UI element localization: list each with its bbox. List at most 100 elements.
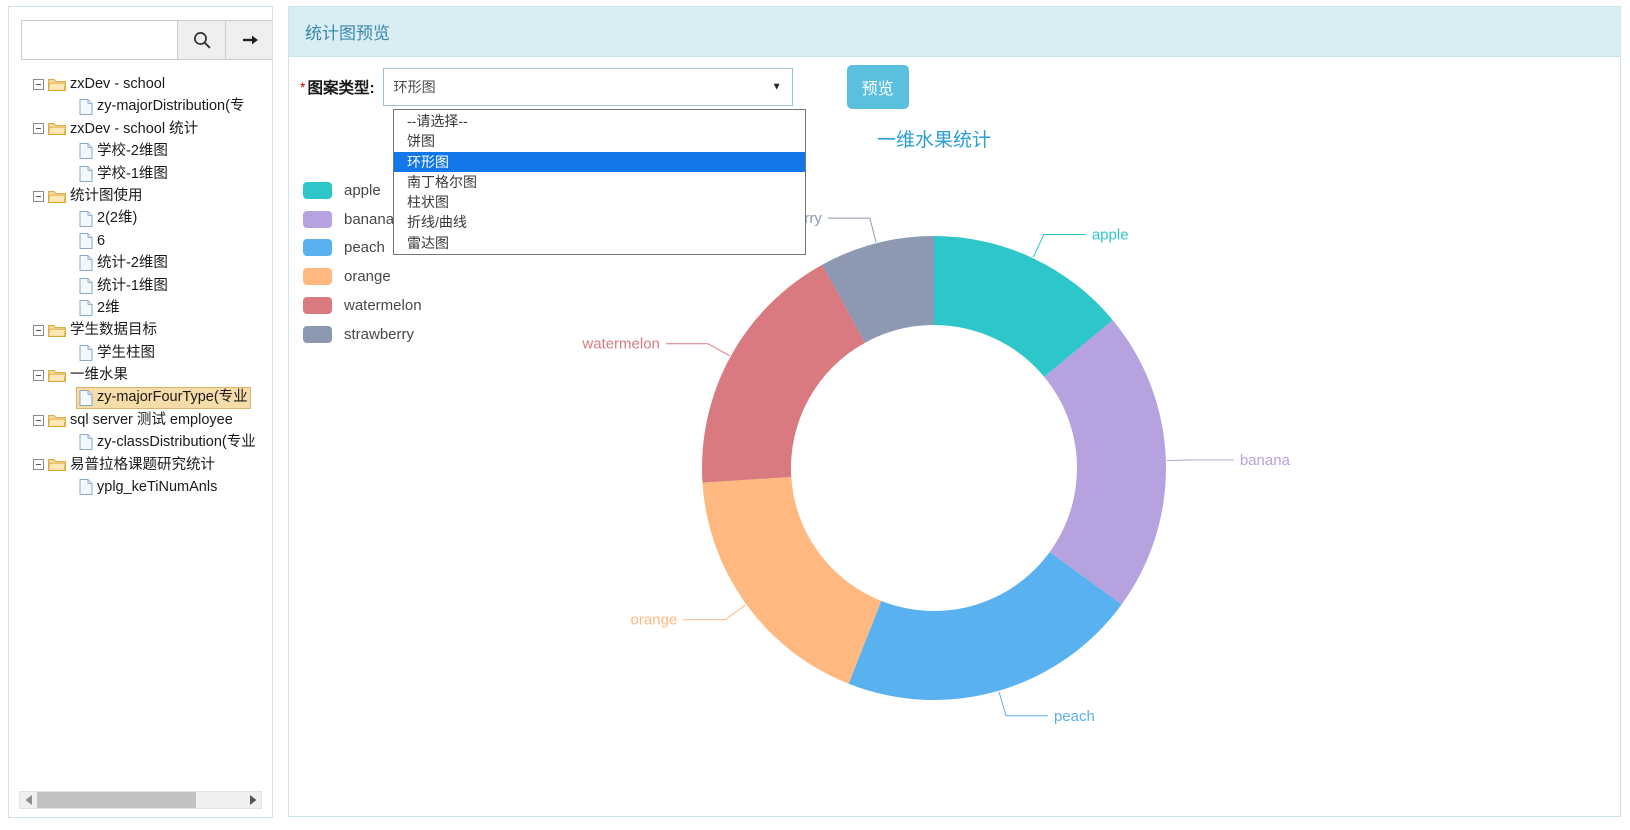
tree-folder-node[interactable]: 一维水果: [9, 364, 272, 386]
tree-node-content[interactable]: zxDev - school 统计: [47, 118, 199, 140]
file-icon: [79, 389, 93, 406]
tree-collapse-toggle[interactable]: [33, 78, 44, 90]
label-leader-line: [827, 217, 877, 243]
tree-folder-node[interactable]: 统计图使用: [9, 185, 272, 207]
tree-collapse-toggle[interactable]: [33, 414, 44, 426]
segment-label: orange: [631, 612, 678, 629]
legend-item[interactable]: orange: [303, 262, 422, 291]
tree-collapse-toggle[interactable]: [33, 123, 44, 135]
tree-node-content[interactable]: 学生柱图: [78, 342, 156, 364]
legend-label: watermelon: [344, 297, 422, 315]
tree-folder-node[interactable]: sql server 测试 employee: [9, 409, 272, 431]
dropdown-option[interactable]: --请选择--: [394, 111, 805, 131]
legend-color-swatch: [303, 325, 332, 343]
tree-file-node[interactable]: zy-majorDistribution(专: [9, 95, 272, 117]
legend-item[interactable]: watermelon: [303, 291, 422, 320]
segment-label: banana: [1240, 452, 1291, 469]
tree-node-content[interactable]: 统计图使用: [47, 185, 144, 207]
file-icon: [79, 233, 93, 249]
tree-indent-guide: [64, 482, 75, 493]
tree-node-content[interactable]: sql server 测试 employee: [47, 409, 234, 431]
tree-node-label: 学校-1维图: [97, 165, 168, 182]
dropdown-option[interactable]: 雷达图: [394, 233, 805, 253]
legend-color-swatch: [303, 210, 332, 228]
tree-indent-guide: [64, 392, 75, 403]
folder-icon: [48, 123, 66, 136]
tree-node-label: 统计-2维图: [97, 255, 168, 272]
tree-folder-node[interactable]: zxDev - school: [9, 73, 272, 95]
tree-file-node[interactable]: 2(2维): [9, 207, 272, 229]
tree-node-content[interactable]: 易普拉格课题研究统计: [47, 454, 216, 476]
tree-indent-guide: [64, 235, 75, 246]
tree-node-content[interactable]: zxDev - school: [47, 73, 166, 95]
tree-node-content[interactable]: 2(2维): [78, 208, 138, 230]
tree-collapse-toggle[interactable]: [33, 190, 44, 202]
legend-label: apple: [344, 181, 381, 199]
tree-node-content[interactable]: 统计-2维图: [78, 252, 169, 274]
tree-node-content[interactable]: 学校-2维图: [78, 140, 169, 162]
tree-file-node[interactable]: 学生柱图: [9, 342, 272, 364]
tree-node-content[interactable]: 学校-1维图: [78, 163, 169, 185]
tree-file-node[interactable]: 学校-2维图: [9, 140, 272, 162]
legend-label: banana: [344, 210, 395, 228]
tree-collapse-toggle[interactable]: [33, 369, 44, 381]
search-input[interactable]: [21, 20, 178, 60]
scrollbar-track[interactable]: [37, 792, 244, 808]
tree-collapse-toggle[interactable]: [33, 324, 44, 336]
tree-indent-guide: [64, 347, 75, 358]
search-button[interactable]: [178, 20, 226, 60]
tree-file-node[interactable]: 统计-2维图: [9, 252, 272, 274]
application-root: zxDev - school zy-majorDistribution(专 zxD…: [0, 0, 1630, 830]
tree-file-node[interactable]: zy-classDistribution(专业: [9, 431, 272, 453]
legend-item[interactable]: strawberry: [303, 320, 422, 349]
tree-node-content[interactable]: zy-majorDistribution(专: [78, 96, 245, 118]
tree-node-content[interactable]: 2维: [78, 297, 121, 319]
tree-node-content[interactable]: 一维水果: [47, 364, 129, 386]
dropdown-option[interactable]: 柱状图: [394, 192, 805, 212]
tree-node-label: zy-majorFourType(专业: [97, 389, 248, 406]
dropdown-option[interactable]: 环形图: [394, 151, 805, 172]
tree-node-label: 2(2维): [97, 210, 138, 227]
dropdown-option[interactable]: 南丁格尔图: [394, 172, 805, 192]
tree-folder-node[interactable]: zxDev - school 统计: [9, 118, 272, 140]
tree-folder-node[interactable]: 学生数据目标: [9, 319, 272, 341]
tree-node-label: 一维水果: [70, 367, 128, 384]
label-leader-line: [665, 343, 731, 357]
page-title: 统计图预览: [305, 24, 390, 43]
tree-node-label: sql server 测试 employee: [70, 411, 233, 428]
tree-node-label: zy-majorDistribution(专: [97, 98, 245, 115]
tree-node-label: 易普拉格课题研究统计: [70, 456, 215, 473]
tree-node-content[interactable]: yplg_keTiNumAnls: [78, 476, 218, 498]
tree-collapse-toggle[interactable]: [33, 459, 44, 471]
dropdown-option[interactable]: 折线/曲线: [394, 212, 805, 232]
scroll-right-arrow[interactable]: [244, 792, 261, 808]
tree-file-node[interactable]: 6: [9, 230, 272, 252]
tree-panel: zxDev - school zy-majorDistribution(专 zxD…: [8, 6, 273, 818]
tree-folder-node[interactable]: 易普拉格课题研究统计: [9, 454, 272, 476]
tree-node-content[interactable]: zy-classDistribution(专业: [78, 431, 257, 453]
tree-node-label: 6: [97, 232, 106, 249]
tree-file-node[interactable]: yplg_keTiNumAnls: [9, 476, 272, 498]
tree-file-node[interactable]: 统计-1维图: [9, 275, 272, 297]
tree-file-node[interactable]: zy-majorFourType(专业: [9, 386, 272, 409]
legend-color-swatch: [303, 239, 332, 257]
folder-icon: [48, 190, 66, 203]
tree-node-content[interactable]: 6: [78, 230, 106, 252]
tree-file-node[interactable]: 2维: [9, 297, 272, 319]
legend-label: peach: [344, 239, 385, 257]
chart-type-dropdown-list[interactable]: --请选择-- 饼图 环形图 南丁格尔图 柱状图 折线/曲线 雷达图: [393, 109, 806, 256]
tree-node-content[interactable]: zy-majorFourType(专业: [76, 386, 251, 409]
dropdown-option[interactable]: 饼图: [394, 131, 805, 151]
tree-horizontal-scrollbar[interactable]: [19, 791, 262, 809]
tree-file-node[interactable]: 学校-1维图: [9, 163, 272, 185]
scrollbar-thumb[interactable]: [37, 792, 196, 808]
tree-node-content[interactable]: 学生数据目标: [47, 319, 158, 341]
file-icon: [79, 255, 93, 272]
search-go-button[interactable]: [226, 20, 272, 60]
legend-color-swatch: [303, 181, 332, 199]
tree-indent-guide: [64, 258, 75, 269]
donut-segment[interactable]: [702, 476, 882, 684]
file-icon: [79, 479, 93, 496]
scroll-left-arrow[interactable]: [20, 792, 37, 808]
tree-node-content[interactable]: 统计-1维图: [78, 275, 169, 297]
